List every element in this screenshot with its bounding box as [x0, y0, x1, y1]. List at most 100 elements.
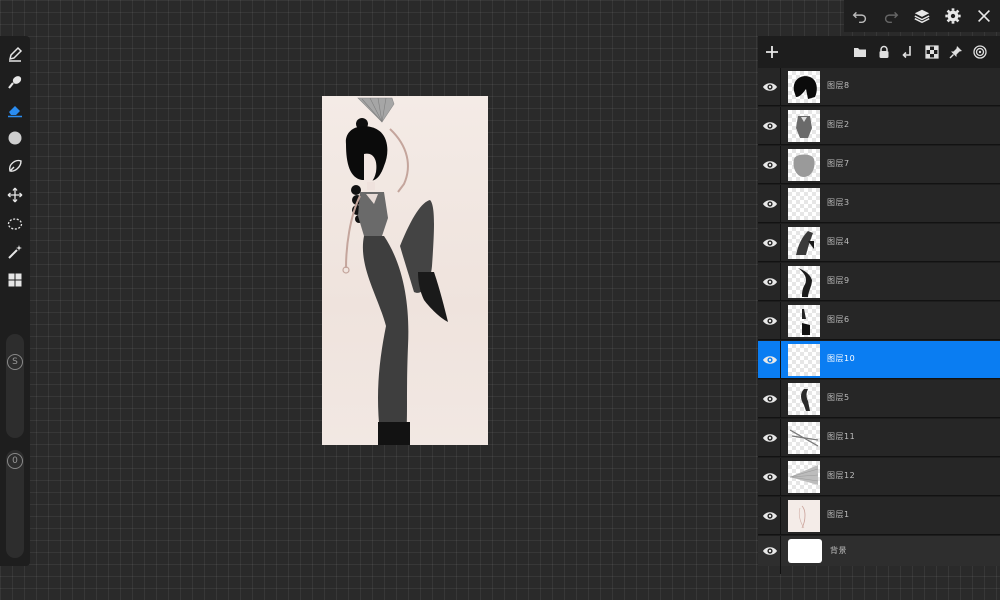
- layer-row[interactable]: 图层11: [758, 419, 1000, 457]
- layer-row[interactable]: 图层9: [758, 263, 1000, 301]
- layer-row[interactable]: 图层1: [758, 497, 1000, 535]
- layer-row[interactable]: 图层6: [758, 302, 1000, 340]
- layer-visibility-toggle[interactable]: [762, 274, 778, 290]
- eye-icon: [763, 317, 777, 325]
- group-layer-button[interactable]: [852, 44, 868, 60]
- close-icon: [978, 10, 991, 22]
- pen-icon: [8, 46, 23, 62]
- merge-down-button[interactable]: [900, 44, 916, 60]
- eraser-icon: [8, 106, 22, 118]
- layers-button[interactable]: [911, 5, 933, 27]
- layer-name: 图层7: [827, 159, 850, 168]
- layer-divider: [780, 68, 781, 106]
- layer-visibility-toggle[interactable]: [762, 313, 778, 329]
- selection-icon: [7, 218, 23, 230]
- move-tool[interactable]: [5, 185, 25, 205]
- layer-visibility-toggle[interactable]: [762, 157, 778, 173]
- opacity-slider[interactable]: 0: [6, 450, 24, 558]
- settings-button[interactable]: [942, 5, 964, 27]
- tool-sidebar: S 0: [0, 36, 30, 566]
- layers-icon: [914, 9, 930, 24]
- layer-thumbnail: [788, 266, 820, 298]
- layer-row[interactable]: 图层2: [758, 107, 1000, 145]
- lock-icon: [879, 45, 889, 58]
- gallery-tool[interactable]: [5, 270, 25, 290]
- layer-thumbnail: [788, 383, 820, 415]
- pin-layer-button[interactable]: [948, 44, 964, 60]
- layer-thumbnail: [788, 539, 822, 563]
- layer-thumbnail: [788, 149, 820, 181]
- eraser-tool[interactable]: [5, 100, 25, 120]
- layer-divider: [780, 419, 781, 457]
- brush-tool[interactable]: [5, 72, 25, 92]
- folder-icon: [854, 48, 866, 57]
- layer-visibility-toggle[interactable]: [762, 469, 778, 485]
- layer-visibility-toggle[interactable]: [762, 430, 778, 446]
- layer-thumbnail: [788, 110, 820, 142]
- layer-name: 背景: [830, 546, 847, 555]
- merge-down-icon: [902, 46, 911, 59]
- add-layer-button[interactable]: [764, 44, 780, 60]
- eye-icon: [763, 434, 777, 442]
- layer-name: 图层1: [827, 510, 850, 519]
- layer-visibility-toggle[interactable]: [762, 543, 778, 559]
- layer-row[interactable]: 图层10: [758, 341, 1000, 379]
- pen-tool[interactable]: [5, 44, 25, 64]
- layer-visibility-toggle[interactable]: [762, 391, 778, 407]
- eye-icon: [763, 473, 777, 481]
- character-illustration: [342, 97, 448, 445]
- layer-thumbnail: [788, 188, 820, 220]
- layer-visibility-toggle[interactable]: [762, 508, 778, 524]
- target-icon: [973, 45, 987, 59]
- layer-visibility-toggle[interactable]: [762, 196, 778, 212]
- layer-visibility-toggle[interactable]: [762, 235, 778, 251]
- brush-size-slider[interactable]: S: [6, 334, 24, 438]
- magic-wand-tool[interactable]: [5, 242, 25, 262]
- layer-name: 图层12: [827, 471, 856, 480]
- lock-layer-button[interactable]: [876, 44, 892, 60]
- layer-row[interactable]: 图层3: [758, 185, 1000, 223]
- layer-divider: [780, 458, 781, 496]
- shape-tool[interactable]: [5, 128, 25, 148]
- layer-row[interactable]: 图层8: [758, 68, 1000, 106]
- drawing-canvas[interactable]: [322, 96, 488, 445]
- layer-name: 图层3: [827, 198, 850, 207]
- background-layer[interactable]: 背景: [758, 536, 1000, 574]
- layer-name: 图层4: [827, 237, 850, 246]
- selection-tool[interactable]: [5, 214, 25, 234]
- layer-row[interactable]: 图层7: [758, 146, 1000, 184]
- layer-divider: [780, 224, 781, 262]
- brush-size-knob[interactable]: S: [7, 354, 23, 370]
- undo-button[interactable]: [849, 5, 871, 27]
- add-layer-icon: [766, 46, 778, 58]
- transparency-lock-button[interactable]: [924, 44, 940, 60]
- layer-row[interactable]: 图层5: [758, 380, 1000, 418]
- eye-icon: [763, 547, 777, 555]
- layer-divider: [780, 107, 781, 145]
- brush-icon: [8, 76, 22, 89]
- redo-button[interactable]: [880, 5, 902, 27]
- eye-icon: [763, 239, 777, 247]
- reference-layer-button[interactable]: [972, 44, 988, 60]
- layer-visibility-toggle[interactable]: [762, 79, 778, 95]
- undo-icon: [852, 11, 866, 24]
- layer-thumbnail: [788, 500, 820, 532]
- layer-visibility-toggle[interactable]: [762, 118, 778, 134]
- layer-row[interactable]: 图层12: [758, 458, 1000, 496]
- close-button[interactable]: [973, 5, 995, 27]
- move-icon: [7, 187, 23, 203]
- layer-name: 图层10: [827, 354, 856, 363]
- layer-divider: [780, 302, 781, 340]
- lasso-icon: [8, 159, 22, 172]
- layers-panel-header: [758, 36, 1000, 68]
- layer-name: 图层6: [827, 315, 850, 324]
- opacity-knob[interactable]: 0: [7, 453, 23, 469]
- layer-row[interactable]: 图层4: [758, 224, 1000, 262]
- eye-icon: [763, 356, 777, 364]
- layer-divider: [780, 185, 781, 223]
- layer-divider: [780, 497, 781, 535]
- eye-icon: [763, 83, 777, 91]
- lasso-tool[interactable]: [5, 156, 25, 176]
- eye-icon: [763, 200, 777, 208]
- layer-visibility-toggle[interactable]: [762, 352, 778, 368]
